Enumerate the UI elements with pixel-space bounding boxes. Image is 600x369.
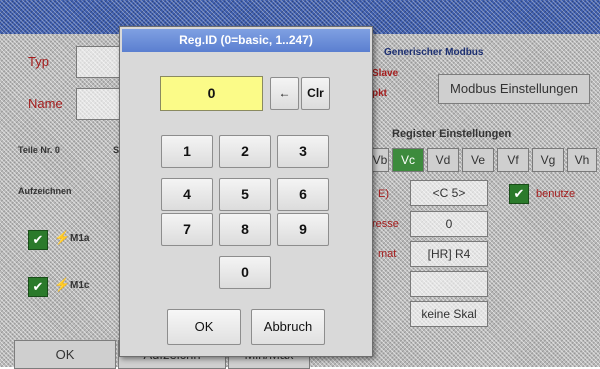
ok-button-bg: OK (14, 340, 116, 369)
key-2[interactable]: 2 (219, 135, 271, 168)
use-label: benutze (536, 188, 576, 200)
format-label: mat (378, 248, 397, 260)
address-label: resse (372, 218, 399, 230)
tab-vh: Vh (567, 148, 597, 172)
address-field: 0 (410, 211, 488, 237)
format-field: [HR] R4 (410, 241, 488, 267)
key-1[interactable]: 1 (161, 135, 213, 168)
check-icon: ✔ (28, 230, 48, 250)
backspace-button[interactable]: ← (270, 77, 299, 110)
dialog-title: Reg.ID (0=basic, 1..247) (122, 29, 370, 52)
key-5[interactable]: 5 (219, 178, 271, 211)
check-icon: ✔ (28, 277, 48, 297)
point-label: pkt (372, 88, 387, 99)
modbus-settings-button: Modbus Einstellungen (438, 74, 590, 104)
key-0[interactable]: 0 (219, 256, 271, 289)
channel-1-label: M1a (70, 233, 90, 244)
ok-button[interactable]: OK (167, 309, 241, 345)
key-4[interactable]: 4 (161, 178, 213, 211)
tab-vf: Vf (497, 148, 529, 172)
spark-icon: ⚡ (54, 230, 71, 245)
numeric-input-dialog: Reg.ID (0=basic, 1..247) 0 ← Clr 1 2 3 4… (119, 26, 373, 357)
typ-label: Typ (28, 54, 49, 69)
part-no-label: Teile Nr. 0 (18, 145, 60, 155)
key-7[interactable]: 7 (161, 213, 213, 246)
use-check-icon: ✔ (509, 184, 529, 204)
cancel-button[interactable]: Abbruch (251, 309, 325, 345)
tab-vd: Vd (427, 148, 459, 172)
generic-modbus-label: Generischer Modbus (384, 47, 484, 58)
tab-vg: Vg (532, 148, 564, 172)
empty-field (410, 271, 488, 297)
scale-field: keine Skal (410, 301, 488, 327)
key-6[interactable]: 6 (277, 178, 329, 211)
name-field (76, 88, 120, 120)
value-display[interactable]: 0 (160, 76, 263, 111)
key-8[interactable]: 8 (219, 213, 271, 246)
channel-2-label: M1c (70, 280, 90, 291)
tab-vc: Vc (392, 148, 424, 172)
channel-field-label: E) (378, 188, 389, 200)
name-label: Name (28, 96, 63, 111)
slave-label: Slave (372, 68, 399, 79)
tab-vb: Vb (371, 148, 389, 172)
typ-field (76, 46, 120, 78)
clear-button[interactable]: Clr (301, 77, 330, 110)
key-3[interactable]: 3 (277, 135, 329, 168)
record-label: Aufzeichnen (18, 186, 72, 196)
key-9[interactable]: 9 (277, 213, 329, 246)
spark-icon: ⚡ (54, 277, 71, 292)
register-settings-label: Register Einstellungen (392, 128, 512, 140)
tab-ve: Ve (462, 148, 494, 172)
channel-field: <C 5> (410, 180, 488, 206)
